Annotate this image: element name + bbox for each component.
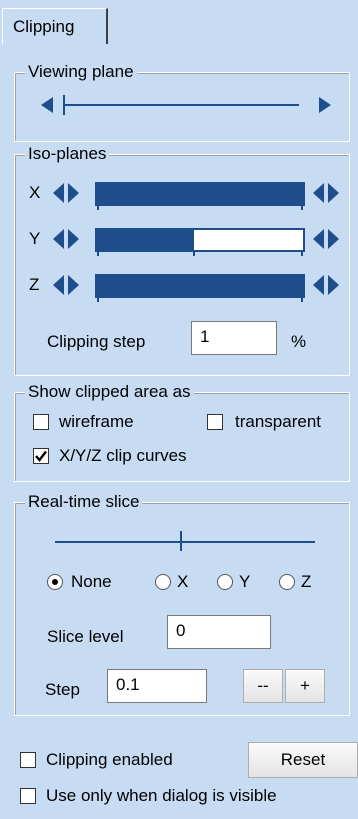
decrement-label: --: [257, 676, 269, 695]
transparent-label: transparent: [235, 412, 321, 431]
tab-strip: Clipping: [0, 0, 358, 44]
dialog-only-label: Use only when dialog is visible: [46, 786, 277, 805]
radio-x-label: X: [177, 572, 189, 591]
clipping-enabled-checkbox[interactable]: [20, 752, 36, 768]
wireframe-checkbox[interactable]: [33, 414, 49, 430]
radio-x[interactable]: [155, 574, 171, 590]
tab-clipping[interactable]: Clipping: [2, 8, 108, 44]
radio-y[interactable]: [217, 574, 233, 590]
wireframe-label: wireframe: [59, 412, 134, 431]
clipping-enabled-label: Clipping enabled: [46, 750, 173, 769]
increment-label: +: [300, 676, 310, 695]
clipping-panel: Clipping Viewing plane Iso-planes X Y Z …: [0, 0, 358, 819]
real-time-slice-group: Real-time slice None X Y Z Slice level 0…: [14, 491, 350, 716]
double-arrow-icon[interactable]: [313, 275, 339, 295]
real-time-slice-legend: Real-time slice: [25, 491, 143, 513]
radio-none[interactable]: [47, 574, 63, 590]
radio-z-label: Z: [301, 572, 312, 591]
decrement-button[interactable]: --: [243, 669, 283, 703]
arrow-left-icon[interactable]: [41, 97, 53, 113]
show-clipped-area-legend: Show clipped area as: [25, 381, 194, 403]
clipping-step-unit: %: [291, 332, 307, 351]
clipping-step-value: 1: [200, 327, 210, 346]
reset-button[interactable]: Reset: [248, 742, 358, 778]
tab-clipping-label: Clipping: [13, 17, 75, 36]
transparent-checkbox[interactable]: [207, 414, 223, 430]
iso-plane-z-bar[interactable]: [95, 274, 305, 302]
iso-planes-legend: Iso-planes: [25, 143, 110, 165]
slice-level-value: 0: [176, 621, 186, 640]
iso-plane-y-label: Y: [29, 229, 41, 248]
reset-label: Reset: [280, 750, 326, 769]
viewing-plane-group: Viewing plane: [14, 61, 350, 142]
viewing-plane-legend: Viewing plane: [25, 61, 137, 83]
clip-curves-label: X/Y/Z clip curves: [59, 446, 187, 465]
viewing-plane-slider-thumb[interactable]: [63, 95, 65, 115]
clip-curves-checkbox[interactable]: [33, 448, 49, 464]
arrow-right-icon[interactable]: [319, 97, 331, 113]
slice-level-label: Slice level: [47, 627, 124, 646]
double-arrow-icon[interactable]: [313, 229, 339, 249]
increment-button[interactable]: +: [285, 669, 325, 703]
show-clipped-area-group: Show clipped area as wireframe transpare…: [14, 381, 350, 482]
step-value: 0.1: [116, 675, 140, 694]
clipping-step-label: Clipping step: [47, 332, 146, 351]
slice-level-input[interactable]: 0: [167, 615, 271, 649]
iso-plane-x-label: X: [29, 183, 41, 202]
step-input[interactable]: 0.1: [107, 669, 207, 703]
radio-z[interactable]: [279, 574, 295, 590]
clipping-step-input[interactable]: 1: [191, 321, 277, 355]
double-arrow-icon[interactable]: [53, 183, 79, 203]
iso-plane-fill-mark: [192, 250, 195, 256]
iso-planes-group: Iso-planes X Y Z Clipping step 1 %: [14, 143, 350, 376]
dialog-only-checkbox[interactable]: [20, 788, 36, 804]
iso-plane-x-bar[interactable]: [95, 182, 305, 210]
double-arrow-icon[interactable]: [313, 183, 339, 203]
viewing-plane-slider-track[interactable]: [63, 104, 299, 106]
slice-slider-thumb[interactable]: [179, 531, 182, 551]
double-arrow-icon[interactable]: [53, 229, 79, 249]
step-label: Step: [45, 680, 80, 699]
slice-slider-track[interactable]: [55, 541, 315, 543]
iso-plane-z-label: Z: [29, 275, 40, 294]
radio-y-label: Y: [239, 572, 251, 591]
iso-plane-y-bar[interactable]: [95, 228, 305, 256]
checkmark-icon: [35, 450, 47, 462]
radio-none-label: None: [71, 572, 112, 591]
double-arrow-icon[interactable]: [53, 275, 79, 295]
